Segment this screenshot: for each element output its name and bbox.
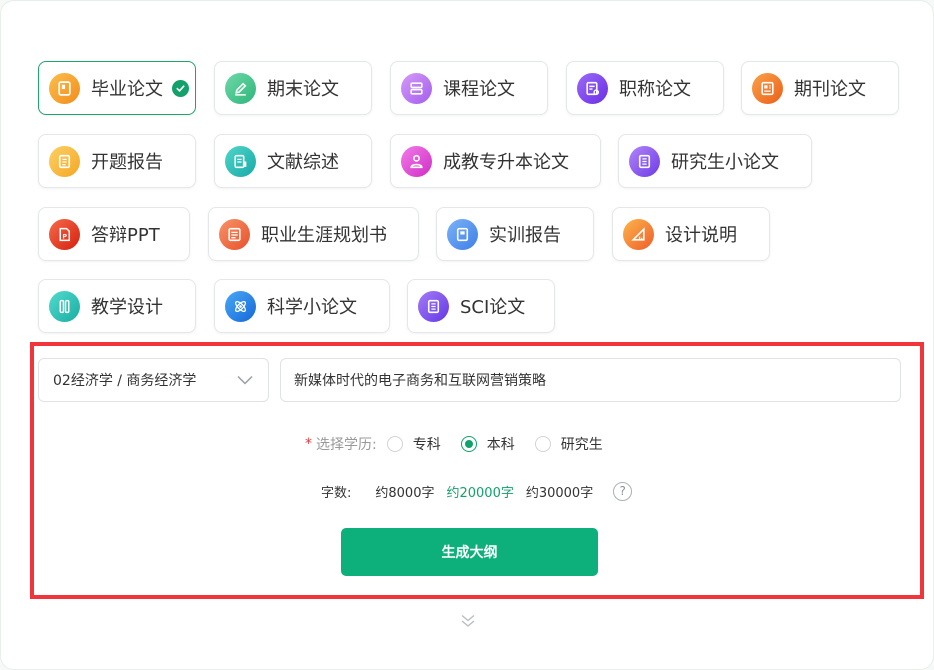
chip-label: 职业生涯规划书 — [261, 225, 387, 246]
training-report-icon — [447, 218, 478, 250]
paper-generator-panel: 毕业论文 期末论文 课程论文 职称论文 期刊论文 开题报告 文献综述 成教专升本… — [0, 0, 934, 670]
radio-circle[interactable] — [534, 436, 551, 452]
word-count-row: 字数: 约8000字 约20000字 约30000字 ? — [321, 481, 633, 501]
chip-label: 课程论文 — [443, 79, 515, 100]
paper-type-professional-title[interactable]: 职称论文 — [566, 61, 724, 115]
radio-label: 本科 — [486, 437, 515, 453]
adult-education-icon — [401, 145, 432, 177]
education-option-postgraduate[interactable]: 研究生 — [534, 434, 603, 454]
education-row: * 选择学历: 专科 本科 研究生 — [305, 434, 623, 454]
chip-label: 设计说明 — [665, 225, 737, 246]
subject-select[interactable]: 02经济学 / 商务经济学 — [38, 358, 269, 402]
paper-type-sci-paper[interactable]: SCI论文 — [407, 279, 555, 333]
paper-type-teaching-design[interactable]: 教学设计 — [38, 279, 196, 333]
paper-type-career-plan[interactable]: 职业生涯规划书 — [208, 207, 419, 261]
chip-label: 研究生小论文 — [671, 152, 779, 173]
proposal-report-icon — [49, 145, 80, 177]
paper-type-adult-education[interactable]: 成教专升本论文 — [390, 134, 601, 188]
sci-paper-icon — [418, 290, 449, 322]
chip-label: 毕业论文 — [91, 79, 163, 100]
science-atom-icon — [225, 290, 256, 322]
required-mark: * — [305, 436, 312, 452]
chip-label: SCI论文 — [460, 297, 526, 318]
paper-type-literature-review[interactable]: 文献综述 — [214, 134, 372, 188]
svg-text:P: P — [62, 232, 67, 240]
subject-select-value: 02经济学 / 商务经济学 — [53, 373, 197, 389]
ppt-icon: P — [49, 218, 80, 250]
radio-label: 专科 — [412, 437, 441, 453]
paper-type-defense-ppt[interactable]: P 答辩PPT — [38, 207, 190, 261]
pen-edit-icon — [225, 72, 256, 104]
chip-label: 科学小论文 — [267, 297, 357, 318]
chip-label: 文献综述 — [267, 152, 339, 173]
paper-type-training-report[interactable]: 实训报告 — [436, 207, 594, 261]
chip-label: 期末论文 — [267, 79, 339, 100]
chip-label: 答辩PPT — [91, 225, 160, 246]
generate-outline-button[interactable]: 生成大纲 — [341, 528, 598, 576]
paper-type-graduation[interactable]: 毕业论文 — [38, 61, 196, 115]
teaching-design-icon — [49, 290, 80, 322]
chip-label: 教学设计 — [91, 297, 163, 318]
chip-label: 开题报告 — [91, 152, 163, 173]
chip-label: 实训报告 — [489, 225, 561, 246]
postgraduate-paper-icon — [629, 145, 660, 177]
paper-type-design-description[interactable]: 设计说明 — [612, 207, 770, 261]
word-count-label: 字数: — [321, 485, 352, 501]
graduation-paper-icon — [49, 72, 80, 104]
radio-circle[interactable] — [386, 436, 403, 452]
education-label: 选择学历: — [316, 437, 377, 453]
paper-type-course[interactable]: 课程论文 — [390, 61, 548, 115]
paper-type-journal[interactable]: 期刊论文 — [741, 61, 899, 115]
topic-input[interactable] — [280, 358, 901, 402]
word-count-30000[interactable]: 约30000字 — [526, 482, 593, 501]
course-list-icon — [401, 72, 432, 104]
check-icon — [172, 79, 189, 97]
journal-icon — [752, 72, 783, 104]
education-option-junior-college[interactable]: 专科 — [386, 434, 441, 454]
paper-type-science-paper[interactable]: 科学小论文 — [214, 279, 390, 333]
paper-type-proposal[interactable]: 开题报告 — [38, 134, 196, 188]
career-plan-icon — [219, 218, 250, 250]
chevron-down-icon — [237, 375, 253, 385]
title-certificate-icon — [577, 72, 608, 104]
word-count-20000[interactable]: 约20000字 — [446, 482, 513, 501]
paper-type-final[interactable]: 期末论文 — [214, 61, 372, 115]
education-option-bachelor[interactable]: 本科 — [460, 434, 515, 454]
literature-review-icon — [225, 145, 256, 177]
chip-label: 期刊论文 — [794, 79, 866, 100]
radio-circle[interactable] — [460, 436, 477, 452]
radio-label: 研究生 — [560, 437, 603, 453]
expand-more-icon[interactable] — [459, 613, 477, 629]
paper-type-postgraduate[interactable]: 研究生小论文 — [618, 134, 812, 188]
word-count-8000[interactable]: 约8000字 — [375, 482, 434, 501]
design-ruler-icon — [623, 218, 654, 250]
help-question-icon[interactable]: ? — [613, 481, 633, 501]
chip-label: 职称论文 — [619, 79, 691, 100]
chip-label: 成教专升本论文 — [443, 152, 569, 173]
